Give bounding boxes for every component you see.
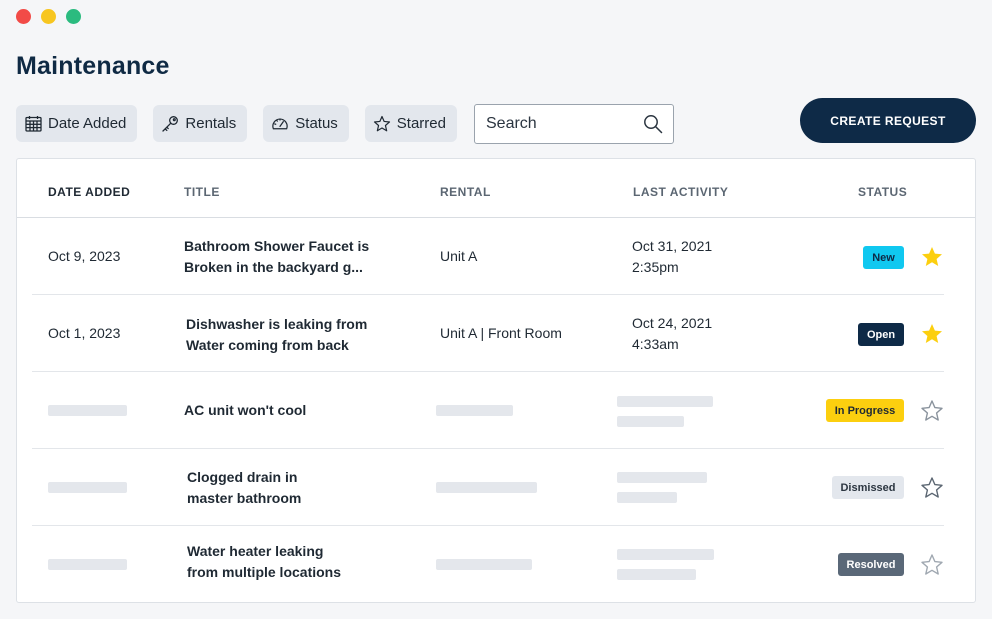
activity-time: 4:33am xyxy=(632,336,679,352)
title-cell: Dishwasher is leaking from Water coming … xyxy=(186,314,367,356)
status-badge: Open xyxy=(858,323,904,346)
close-window-button[interactable] xyxy=(16,9,31,24)
activity-time: 2:35pm xyxy=(632,259,679,275)
filter-label: Date Added xyxy=(48,115,127,132)
activity-date: Oct 31, 2021 xyxy=(632,238,713,254)
star-outline-icon[interactable] xyxy=(920,476,944,500)
table-row[interactable]: Water heater leaking from multiple locat… xyxy=(17,526,975,603)
activity-date: Oct 24, 2021 xyxy=(632,315,713,331)
title-cell: Bathroom Shower Faucet is Broken in the … xyxy=(184,236,369,278)
rental-placeholder xyxy=(436,405,513,416)
search-icon[interactable] xyxy=(643,114,663,134)
filter-starred[interactable]: Starred xyxy=(364,105,457,142)
activity-placeholder xyxy=(617,492,677,503)
maximize-window-button[interactable] xyxy=(66,9,81,24)
filter-status[interactable]: Status xyxy=(263,105,349,142)
activity-placeholder xyxy=(617,472,707,483)
window-controls xyxy=(16,9,81,24)
key-icon xyxy=(161,115,179,133)
column-header-title[interactable]: TITLE xyxy=(184,185,220,199)
gauge-icon xyxy=(271,115,289,133)
title-line: Water coming from back xyxy=(186,337,349,353)
create-request-button[interactable]: CREATE REQUEST xyxy=(800,98,976,143)
title-line: Clogged drain in xyxy=(187,469,298,485)
title-line: AC unit won't cool xyxy=(184,402,307,418)
date-placeholder xyxy=(48,559,127,570)
rental-cell: Unit A xyxy=(440,248,478,264)
column-header-rental[interactable]: RENTAL xyxy=(440,185,491,199)
last-activity-cell: Oct 31, 2021 2:35pm xyxy=(632,236,712,278)
title-cell: Water heater leaking from multiple locat… xyxy=(187,541,341,583)
rental-placeholder xyxy=(436,482,537,493)
filter-rentals[interactable]: Rentals xyxy=(153,105,248,142)
status-badge: In Progress xyxy=(826,399,904,422)
minimize-window-button[interactable] xyxy=(41,9,56,24)
activity-placeholder xyxy=(617,396,713,407)
search-box xyxy=(474,104,674,144)
page-title: Maintenance xyxy=(16,52,170,80)
star-outline-icon[interactable] xyxy=(920,399,944,423)
title-line: Dishwasher is leaking from xyxy=(186,316,368,332)
date-placeholder xyxy=(48,482,127,493)
title-line: Water heater leaking xyxy=(187,543,324,559)
title-line: Bathroom Shower Faucet is xyxy=(184,238,370,254)
filter-label: Rentals xyxy=(185,115,237,132)
title-line: from multiple locations xyxy=(187,564,342,580)
table-header: DATE ADDED TITLE RENTAL LAST ACTIVITY ST… xyxy=(17,159,975,218)
date-added-cell: Oct 9, 2023 xyxy=(48,248,121,264)
star-outline-icon xyxy=(373,115,391,133)
title-cell: AC unit won't cool xyxy=(184,400,306,421)
table-row[interactable]: Oct 1, 2023 Dishwasher is leaking from W… xyxy=(17,295,975,372)
status-badge: Resolved xyxy=(838,553,904,576)
filter-bar: Date Added Rentals Status Starred Search xyxy=(16,103,674,144)
star-outline-icon[interactable] xyxy=(920,553,944,577)
maintenance-table: DATE ADDED TITLE RENTAL LAST ACTIVITY ST… xyxy=(16,158,976,603)
status-badge: New xyxy=(863,246,904,269)
date-placeholder xyxy=(48,405,127,416)
activity-placeholder xyxy=(617,416,684,427)
filter-label: Status xyxy=(295,115,338,132)
column-header-status[interactable]: STATUS xyxy=(858,185,907,199)
star-filled-icon[interactable] xyxy=(920,322,944,346)
table-row[interactable]: AC unit won't cool In Progress xyxy=(17,372,975,449)
filter-label: Starred xyxy=(396,115,446,132)
table-row[interactable]: Oct 9, 2023 Bathroom Shower Faucet is Br… xyxy=(17,218,975,295)
table-row[interactable]: Clogged drain in master bathroom Dismiss… xyxy=(17,449,975,526)
status-badge: Dismissed xyxy=(832,476,904,499)
title-line: Broken in the backyard g... xyxy=(184,259,363,275)
date-added-cell: Oct 1, 2023 xyxy=(48,325,121,341)
app-window: Maintenance Date Added Rentals Status St… xyxy=(0,0,992,619)
activity-placeholder xyxy=(617,569,696,580)
column-header-last-activity[interactable]: LAST ACTIVITY xyxy=(633,185,728,199)
calendar-icon xyxy=(24,115,42,133)
last-activity-cell: Oct 24, 2021 4:33am xyxy=(632,313,712,355)
rental-cell: Unit A | Front Room xyxy=(440,325,562,341)
star-filled-icon[interactable] xyxy=(920,245,944,269)
activity-placeholder xyxy=(617,549,714,560)
column-header-date-added[interactable]: DATE ADDED xyxy=(48,185,130,199)
rental-placeholder xyxy=(436,559,532,570)
title-cell: Clogged drain in master bathroom xyxy=(187,467,301,509)
filter-date-added[interactable]: Date Added xyxy=(16,105,138,142)
title-line: master bathroom xyxy=(187,490,302,506)
search-input[interactable] xyxy=(486,115,643,133)
